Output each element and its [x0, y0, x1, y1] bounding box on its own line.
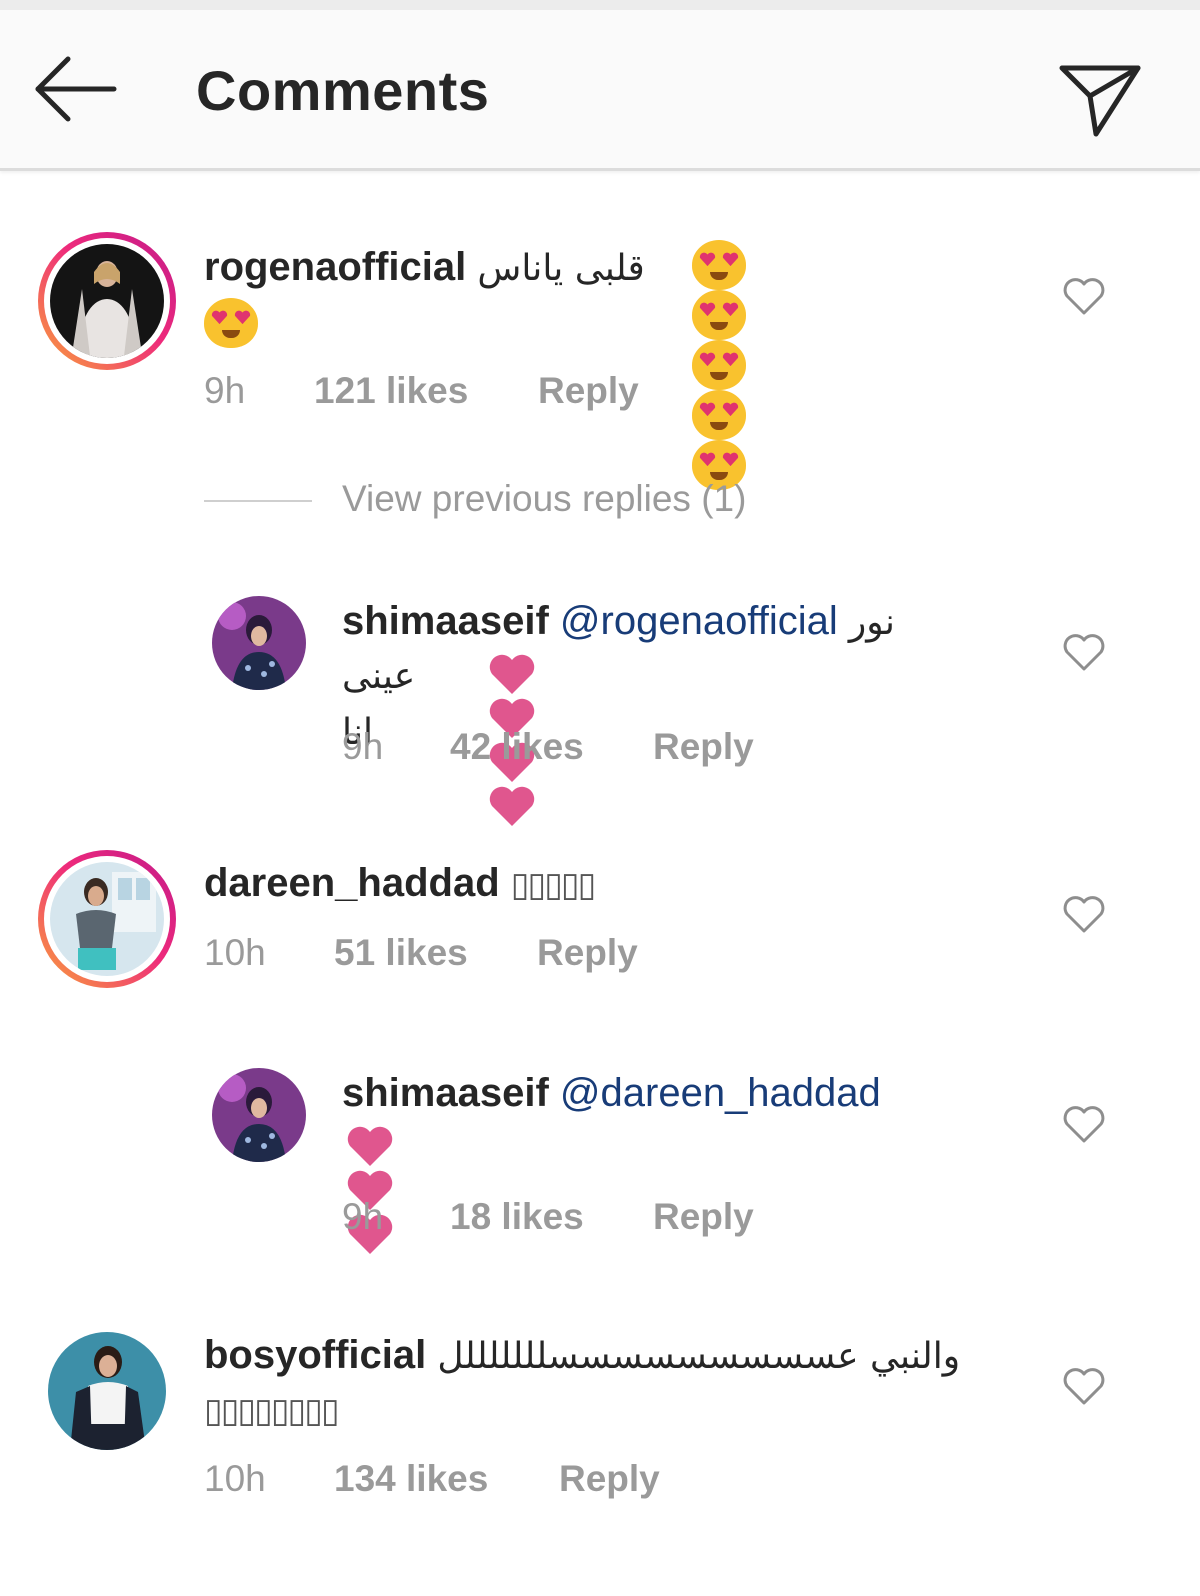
- comment-time: 10h: [204, 932, 266, 973]
- emoji-row: [692, 240, 750, 490]
- direct-share-icon[interactable]: [1054, 50, 1146, 142]
- missing-glyph-text: ▯▯▯▯▯: [510, 866, 597, 904]
- status-strip: [0, 0, 1200, 10]
- mention-link[interactable]: @dareen_haddad: [560, 1071, 881, 1115]
- heart-eyes-emoji-icon: [692, 340, 746, 390]
- comment-time: 10h: [204, 1458, 266, 1499]
- avatar[interactable]: [50, 244, 164, 358]
- comment-likes[interactable]: 134 likes: [334, 1458, 488, 1500]
- comment-text: قلبى ياناس: [477, 248, 645, 289]
- mention-link[interactable]: @rogenaofficial: [560, 599, 838, 643]
- comment-likes[interactable]: 18 likes: [450, 1196, 584, 1238]
- reply-button[interactable]: Reply: [653, 1196, 754, 1238]
- avatar[interactable]: [50, 862, 164, 976]
- avatar[interactable]: [212, 596, 306, 690]
- pink-heart-emoji-icon: [347, 1126, 393, 1166]
- comment-username[interactable]: shimaaseif: [342, 1071, 549, 1115]
- pink-heart-emoji-icon: [489, 654, 535, 694]
- heart-outline-icon[interactable]: [1062, 632, 1106, 672]
- heart-outline-icon[interactable]: [1062, 894, 1106, 934]
- pink-heart-emoji-icon: [489, 786, 535, 826]
- comment-username[interactable]: dareen_haddad: [204, 861, 500, 905]
- comment-username[interactable]: bosyofficial: [204, 1333, 426, 1377]
- heart-eyes-emoji-icon: [204, 298, 258, 348]
- comment-time: 9h: [204, 370, 246, 411]
- heart-outline-icon[interactable]: [1062, 1104, 1106, 1144]
- comment-likes[interactable]: 121 likes: [314, 370, 468, 412]
- reply-button[interactable]: Reply: [537, 932, 638, 974]
- avatar[interactable]: [212, 1068, 306, 1162]
- comment-likes[interactable]: 51 likes: [334, 932, 468, 974]
- back-arrow-icon[interactable]: [30, 54, 122, 124]
- page-title: Comments: [196, 59, 490, 122]
- emoji-row: [204, 298, 262, 348]
- heart-eyes-emoji-icon: [692, 240, 746, 290]
- heart-eyes-emoji-icon: [692, 290, 746, 340]
- comment-username[interactable]: rogenaofficial: [204, 245, 466, 289]
- comment-time: 9h: [342, 1196, 384, 1237]
- avatar[interactable]: [48, 1332, 166, 1450]
- reply-button[interactable]: Reply: [538, 370, 639, 412]
- missing-glyph-text: ▯▯▯▯▯▯▯▯: [204, 1392, 340, 1430]
- reply-button[interactable]: Reply: [653, 726, 754, 768]
- comment-text: والنبي عسسسسسسسسسلللللللل: [437, 1336, 961, 1377]
- heart-outline-icon[interactable]: [1062, 1366, 1106, 1406]
- comment-likes[interactable]: 42 likes: [450, 726, 584, 768]
- heart-eyes-emoji-icon: [692, 390, 746, 440]
- view-previous-replies-label[interactable]: View previous replies (1): [342, 478, 746, 520]
- comments-header: Comments: [0, 10, 1200, 171]
- comment-text: نور: [848, 602, 895, 643]
- comment-username[interactable]: shimaaseif: [342, 599, 549, 643]
- reply-button[interactable]: Reply: [559, 1458, 660, 1500]
- divider-line: [204, 500, 312, 502]
- heart-outline-icon[interactable]: [1062, 276, 1106, 316]
- comment-time: 9h: [342, 726, 384, 767]
